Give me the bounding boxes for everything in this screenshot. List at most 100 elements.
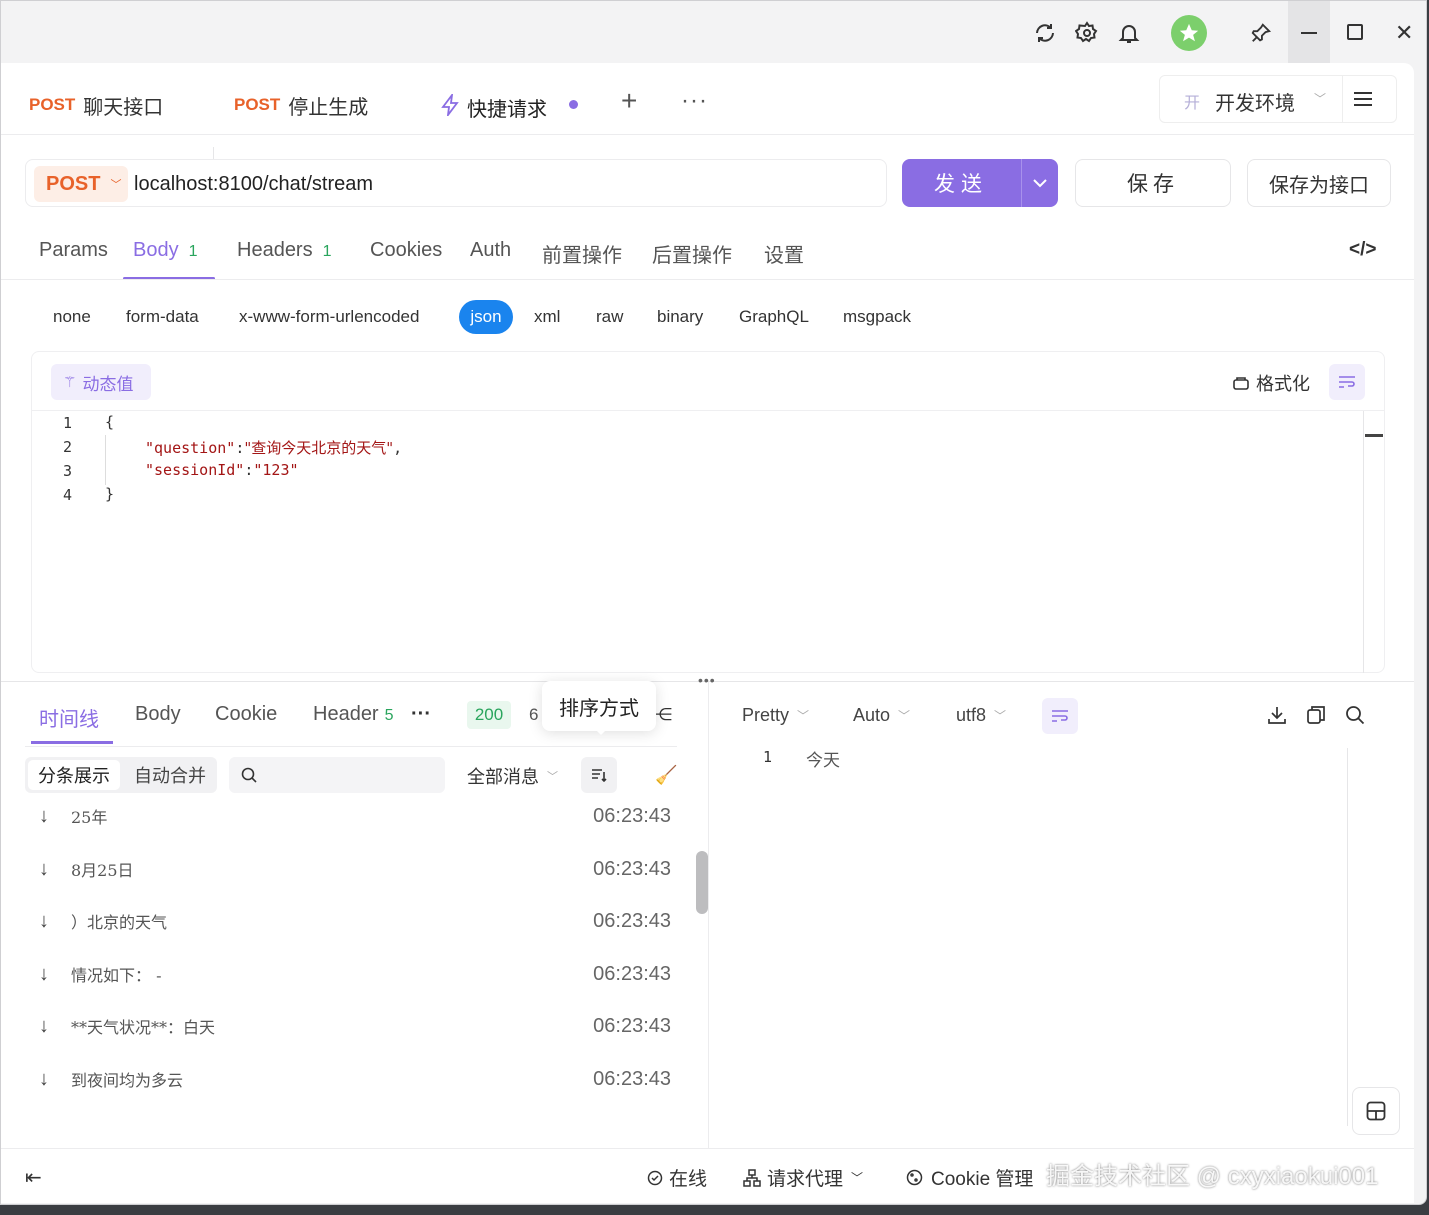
encoding-dropdown[interactable]: utf8 ﹀ — [956, 705, 1006, 726]
send-button[interactable]: 发送 — [902, 159, 1020, 207]
message-filter-dropdown[interactable]: 全部消息 ﹀ — [467, 763, 558, 789]
add-tab-icon[interactable]: + — [621, 87, 637, 115]
layout-icon — [1366, 1101, 1386, 1121]
environment-selector[interactable]: 开 开发环境 ﹀ — [1159, 75, 1397, 123]
arrow-down-icon: ↓ — [39, 857, 49, 880]
timeline-row[interactable]: ↓ 到夜间均为多云 06:23:43 — [39, 1064, 679, 1094]
code-line[interactable]: { — [105, 413, 114, 431]
sort-button[interactable] — [581, 757, 617, 793]
view-mode-dropdown[interactable]: Pretty ﹀ — [742, 705, 809, 726]
collapse-sidebar-icon[interactable]: ⇤ — [25, 1165, 42, 1190]
timeline-scrollbar[interactable] — [696, 851, 708, 914]
notification-bell-icon[interactable] — [1115, 19, 1143, 47]
line-number: 1 — [763, 748, 773, 766]
code-line[interactable]: "question":"查询今天北京的天气", — [145, 437, 402, 458]
code-generate-icon[interactable]: </> — [1349, 239, 1376, 261]
pin-icon[interactable] — [1247, 19, 1275, 47]
settings-gear-icon[interactable] — [1073, 19, 1101, 47]
network-icon — [743, 1168, 761, 1187]
body-type-raw[interactable]: raw — [596, 307, 623, 327]
tab-headers[interactable]: Headers 1 — [237, 239, 332, 262]
url-input[interactable] — [134, 168, 874, 200]
response-content[interactable]: 今天 — [806, 746, 840, 771]
clear-broom-icon[interactable]: 🧹 — [655, 765, 677, 786]
tab-cookies[interactable]: Cookies — [370, 239, 442, 262]
timeline-row[interactable]: ↓ 25年 06:23:43 — [39, 801, 679, 831]
chevron-down-icon: ﹀ — [1314, 92, 1327, 106]
user-avatar[interactable] — [1171, 15, 1207, 51]
download-icon[interactable] — [1267, 705, 1287, 730]
timeline-row[interactable]: ↓ 情况如下： -06:23:43 — [39, 959, 679, 989]
tab-post-script[interactable]: 后置操作 — [652, 239, 732, 268]
maximize-icon[interactable] — [1347, 24, 1363, 40]
arrow-down-icon: ↓ — [39, 909, 49, 932]
close-icon[interactable]: ✕ — [1395, 20, 1413, 46]
arrow-down-icon: ↓ — [39, 1014, 49, 1037]
timeline-row[interactable]: ↓ ）北京的天气 06:23:43 — [39, 906, 679, 936]
tab-response-header[interactable]: Header 5 — [313, 703, 394, 726]
timeline-search[interactable] — [229, 757, 445, 793]
tab-pre-script[interactable]: 前置操作 — [542, 239, 622, 268]
sort-icon — [592, 769, 607, 782]
minimize-icon — [1301, 32, 1317, 34]
tab-label: 聊天接口 — [83, 96, 164, 119]
menu-icon[interactable] — [1354, 92, 1372, 106]
code-line[interactable]: } — [105, 485, 114, 503]
view-mode-toggle: 分条展示 自动合并 — [25, 757, 217, 793]
send-options-chevron-icon[interactable] — [1024, 169, 1056, 197]
lightning-icon — [441, 94, 459, 116]
more-tabs-icon[interactable]: ··· — [681, 87, 708, 115]
request-tab[interactable]: POST 停止生成 — [234, 77, 368, 133]
more-tabs-icon[interactable]: ··· — [411, 703, 431, 726]
copy-icon[interactable] — [1306, 705, 1326, 730]
chevron-down-icon: ﹀ — [898, 709, 911, 723]
method-selector[interactable]: POST ﹀ — [34, 166, 128, 202]
line-number: 2 — [63, 438, 73, 456]
arrow-down-icon: ↓ — [39, 1067, 49, 1090]
mode-split-button[interactable]: 分条展示 — [28, 760, 120, 790]
request-tab[interactable]: POST 聊天接口 — [29, 77, 163, 133]
timeline-row[interactable]: ↓ 8月25日 06:23:43 — [39, 854, 679, 884]
auto-dropdown[interactable]: Auto ﹀ — [853, 705, 910, 726]
body-type-binary[interactable]: binary — [657, 307, 703, 327]
sync-icon[interactable] — [1031, 19, 1059, 47]
cookie-manager[interactable]: Cookie 管理 — [906, 1164, 1033, 1191]
mode-merge-button[interactable]: 自动合并 — [125, 760, 215, 790]
tab-settings[interactable]: 设置 — [764, 239, 804, 268]
body-type-graphql[interactable]: GraphQL — [739, 307, 809, 327]
share-icon[interactable]: ⋲ — [655, 705, 672, 725]
cookie-icon — [906, 1169, 923, 1186]
dynamic-value-button[interactable]: ⚚ 动态值 — [51, 364, 151, 400]
count-badge: 1 — [188, 243, 198, 260]
save-button[interactable]: 保存 — [1075, 159, 1231, 207]
request-tab-active[interactable]: 快捷请求 — [425, 73, 603, 135]
tab-response-cookie[interactable]: Cookie — [215, 703, 277, 726]
send-button-group: 发送 — [902, 159, 1058, 207]
request-proxy-menu[interactable]: 请求代理 ﹀ — [743, 1164, 863, 1191]
body-type-urlencoded[interactable]: x-www-form-urlencoded — [239, 307, 419, 327]
tab-timeline[interactable]: 时间线 — [39, 703, 99, 732]
format-button[interactable]: 格式化 — [1232, 370, 1310, 396]
tab-body[interactable]: Body 1 — [133, 239, 198, 262]
main-panel: POST 聊天接口 POST 停止生成 快捷请求 + ··· 开 开发环境 ﹀ — [1, 63, 1414, 1203]
layout-toggle-button[interactable] — [1352, 1087, 1400, 1135]
tab-params[interactable]: Params — [39, 239, 108, 262]
timeline-row[interactable]: ↓ **天气状况**：白天 06:23:43 — [39, 1011, 679, 1041]
body-type-xml[interactable]: xml — [534, 307, 560, 327]
wrap-lines-icon[interactable] — [1042, 698, 1078, 734]
wrap-lines-icon[interactable] — [1329, 364, 1365, 400]
format-icon — [1233, 377, 1249, 390]
search-icon[interactable] — [1345, 705, 1365, 730]
splitter-handle-icon[interactable]: ••• — [698, 672, 716, 688]
body-type-form-data[interactable]: form-data — [126, 307, 199, 327]
save-as-endpoint-button[interactable]: 保存为接口 — [1247, 159, 1391, 207]
count-badge: 1 — [322, 243, 332, 260]
minimize-button[interactable] — [1288, 1, 1330, 63]
body-type-none[interactable]: none — [53, 307, 91, 327]
tab-auth[interactable]: Auth — [470, 239, 511, 262]
code-line[interactable]: "sessionId":"123" — [145, 461, 299, 479]
body-type-json[interactable]: json — [459, 300, 513, 334]
tab-response-body[interactable]: Body — [135, 703, 181, 726]
body-type-msgpack[interactable]: msgpack — [843, 307, 911, 327]
online-status[interactable]: 在线 — [647, 1164, 707, 1191]
